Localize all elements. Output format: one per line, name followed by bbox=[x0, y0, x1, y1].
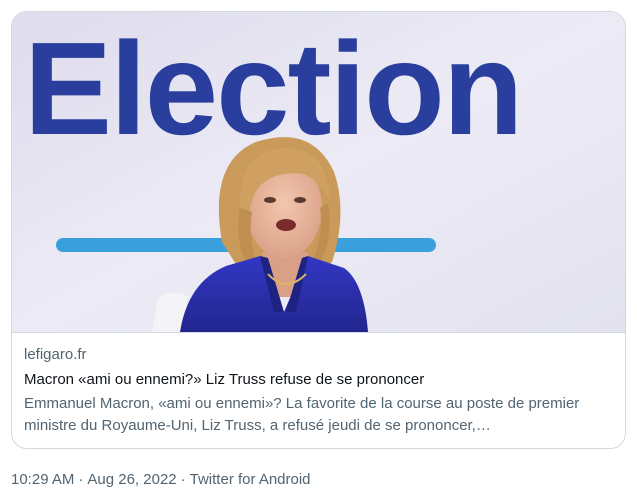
photo-illustration: Election 2 bbox=[12, 12, 625, 332]
card-title[interactable]: Macron «ami ou ennemi?» Liz Truss refuse… bbox=[24, 370, 613, 390]
card-description: Emmanuel Macron, «ami ou ennemi»? La fav… bbox=[24, 395, 580, 434]
tweet-time: 10:29 AM bbox=[11, 471, 75, 488]
article-photo[interactable]: Election 2 bbox=[12, 12, 625, 332]
tweet-source-link[interactable]: Twitter for Android bbox=[190, 471, 311, 488]
meta-separator: · bbox=[180, 471, 186, 488]
tweet-meta: 10:29 AM · Aug 26, 2022 · Twitter for Androi… bbox=[11, 470, 311, 490]
card-divider bbox=[12, 332, 625, 333]
banner-year-fragment: 2 bbox=[12, 188, 16, 288]
card-domain: lefigaro.fr bbox=[24, 346, 87, 363]
card-text-block[interactable]: lefigaro.fr Macron «ami ou ennemi?» Liz … bbox=[24, 345, 613, 437]
tweet-time-link[interactable]: 10:29 AM · Aug 26, 2022 bbox=[11, 471, 177, 488]
tweet-date: Aug 26, 2022 bbox=[87, 471, 177, 488]
meta-separator: · bbox=[78, 471, 84, 488]
link-preview-card[interactable]: Election 2 bbox=[11, 11, 626, 449]
